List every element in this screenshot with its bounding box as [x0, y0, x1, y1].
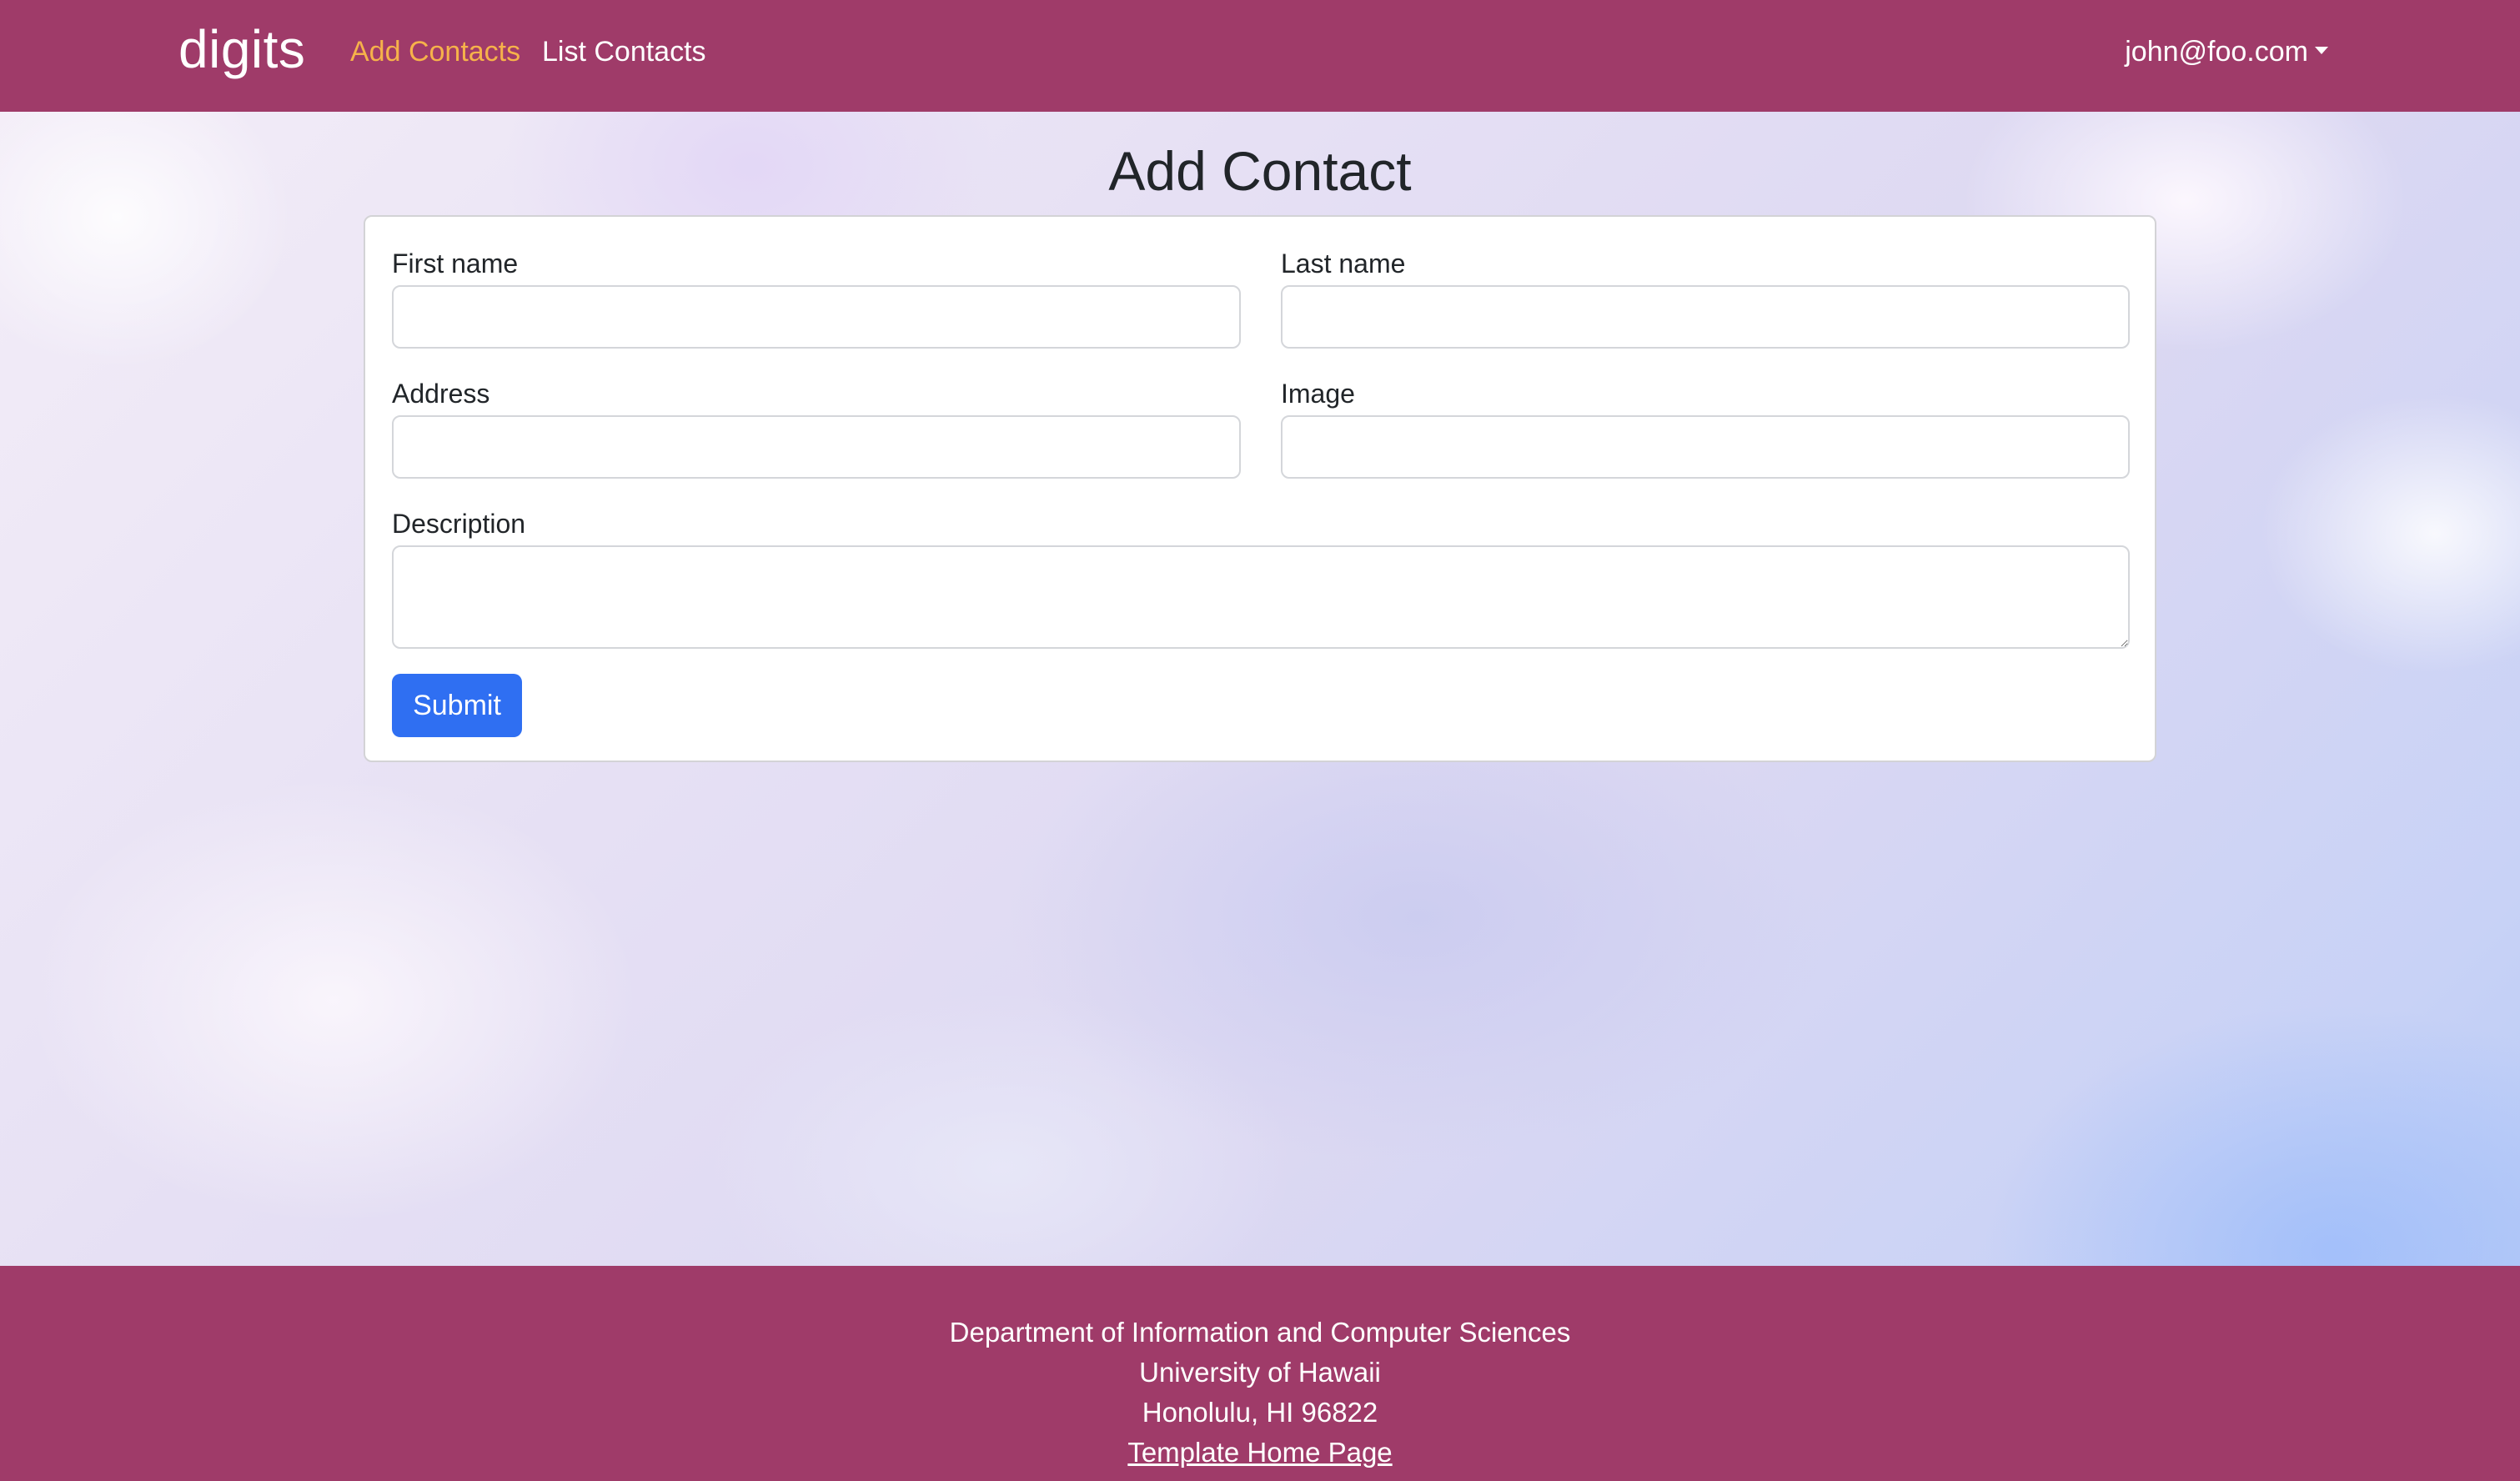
- first-name-label: First name: [392, 249, 519, 279]
- image-label: Image: [1281, 379, 1355, 409]
- footer: Department of Information and Computer S…: [0, 1266, 2520, 1481]
- user-email: john@foo.com: [2125, 36, 2308, 68]
- footer-university: University of Hawaii: [1139, 1357, 1381, 1388]
- nav-link-list-contacts[interactable]: List Contacts: [542, 32, 706, 72]
- address-input[interactable]: [392, 415, 1241, 479]
- template-home-page-link[interactable]: Template Home Page: [1127, 1437, 1392, 1468]
- page-title: Add Contact: [1108, 140, 1412, 202]
- last-name-label: Last name: [1281, 249, 1406, 279]
- top-navbar: digits Add Contacts List Contacts john@f…: [0, 0, 2520, 112]
- footer-department: Department of Information and Computer S…: [949, 1317, 1571, 1348]
- add-contact-form: First name Last name Address Image Descr…: [364, 215, 2156, 762]
- last-name-input[interactable]: [1281, 285, 2130, 349]
- brand-logo[interactable]: digits: [178, 12, 305, 87]
- description-textarea[interactable]: [392, 545, 2130, 649]
- user-dropdown[interactable]: john@foo.com: [2125, 32, 2328, 72]
- nav-link-add-contacts[interactable]: Add Contacts: [350, 32, 520, 72]
- image-input[interactable]: [1281, 415, 2130, 479]
- submit-button[interactable]: Submit: [392, 674, 522, 737]
- footer-link-row: Template Home Page: [0, 1433, 2520, 1473]
- caret-down-icon: [2315, 46, 2328, 54]
- description-label: Description: [392, 509, 526, 539]
- first-name-input[interactable]: [392, 285, 1241, 349]
- footer-address: Honolulu, HI 96822: [1142, 1397, 1378, 1428]
- address-label: Address: [392, 379, 490, 409]
